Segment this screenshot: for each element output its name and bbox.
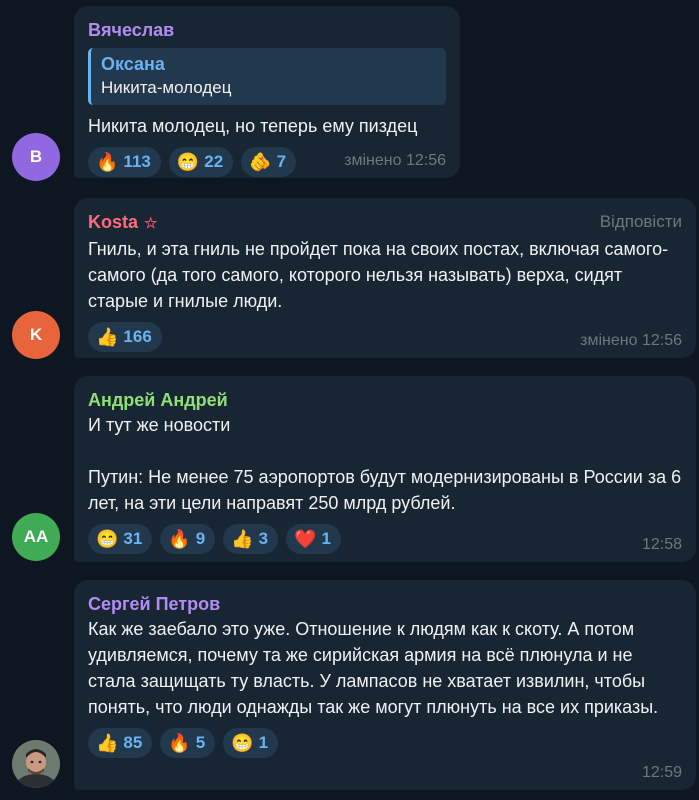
grinning-face-icon: 😁 <box>176 152 200 172</box>
reaction-point[interactable]: 🫵 7 <box>241 147 297 177</box>
grinning-face-icon: 😁 <box>96 529 119 549</box>
avatar[interactable]: K <box>12 311 60 359</box>
timestamp: 12:58 <box>641 536 682 553</box>
author-name[interactable]: Сергей Петров <box>88 592 682 616</box>
reaction-fire[interactable]: 🔥 113 <box>88 147 161 177</box>
reaction-count: 22 <box>204 152 224 171</box>
timestamp: 12:59 <box>641 764 682 781</box>
edited-timestamp: змінено 12:56 <box>580 332 682 349</box>
reaction-count: 3 <box>258 529 269 548</box>
reaction-thumbs-up[interactable]: 👍 85 <box>88 728 153 758</box>
thumbs-up-icon: 👍 <box>96 327 119 347</box>
reaction-count: 5 <box>195 733 206 752</box>
reaction-count: 7 <box>276 152 287 171</box>
heart-icon: ❤️ <box>294 529 317 549</box>
message-text: Как же заебало это уже. Отношение к людя… <box>88 619 659 717</box>
message-text: Гниль, и эта гниль не пройдет пока на св… <box>88 239 669 311</box>
reaction-count: 1 <box>258 733 269 752</box>
reaction-thumbs-up[interactable]: 👍 166 <box>88 322 162 352</box>
author-name[interactable]: Вячеслав <box>88 18 446 42</box>
quote-text: Никита-молодец <box>101 78 232 97</box>
reply-button[interactable]: Відповісти <box>600 210 682 234</box>
message-text: Никита молодец, но теперь ему пиздец <box>88 116 418 136</box>
message-bubble[interactable]: Kosta ☆ Відповісти Гниль, и эта гниль не … <box>74 198 696 358</box>
reaction-count: 113 <box>123 152 151 171</box>
message-bubble[interactable]: Андрей Андрей И тут же новости Путин: Не… <box>74 376 696 562</box>
message-bubble[interactable]: Вячеслав Оксана Никита-молодец Никита мо… <box>74 6 460 178</box>
fire-icon: 🔥 <box>168 529 191 549</box>
grinning-face-icon: 😁 <box>231 733 254 753</box>
reaction-count: 9 <box>195 529 206 548</box>
avatar-initials: АА <box>23 527 49 546</box>
author-name[interactable]: Kosta ☆ <box>88 210 682 236</box>
reaction-grin[interactable]: 😁 31 <box>88 524 153 554</box>
avatar[interactable]: В <box>12 133 60 181</box>
thumbs-up-icon: 👍 <box>96 733 119 753</box>
author-name[interactable]: Андрей Андрей <box>88 388 682 412</box>
star-icon: ☆ <box>144 215 158 232</box>
reaction-count: 85 <box>123 733 143 752</box>
reactions-bar: 😁 31 🔥 9 👍 3 ❤️ 1 <box>88 524 682 554</box>
reaction-thumbs-up[interactable]: 👍 3 <box>223 524 279 554</box>
avatar-initials: В <box>29 147 43 166</box>
fire-icon: 🔥 <box>96 152 119 172</box>
author-label: Kosta <box>88 212 139 232</box>
avatar-photo[interactable] <box>12 740 60 788</box>
reaction-count: 31 <box>123 529 143 548</box>
reply-quote[interactable]: Оксана Никита-молодец <box>88 48 446 105</box>
reaction-count: 1 <box>321 529 332 548</box>
reaction-grin[interactable]: 😁 1 <box>223 728 279 758</box>
quote-author: Оксана <box>101 54 165 74</box>
edited-timestamp: змінено 12:56 <box>344 152 446 169</box>
pointing-hand-icon: 🫵 <box>249 152 272 172</box>
fire-icon: 🔥 <box>168 733 191 753</box>
avatar[interactable]: АА <box>12 513 60 561</box>
reaction-fire[interactable]: 🔥 5 <box>160 728 216 758</box>
reaction-fire[interactable]: 🔥 9 <box>160 524 216 554</box>
reaction-count: 166 <box>123 327 152 346</box>
reaction-heart[interactable]: ❤️ 1 <box>286 524 342 554</box>
thumbs-up-icon: 👍 <box>231 529 254 549</box>
message-bubble[interactable]: Сергей Петров Как же заебало это уже. От… <box>74 580 696 790</box>
message-text: И тут же новости Путин: Не менее 75 аэро… <box>88 415 682 513</box>
reactions-bar: 👍 85 🔥 5 😁 1 <box>88 728 682 758</box>
person-photo-icon <box>12 740 60 788</box>
avatar-initials: K <box>29 325 43 344</box>
reaction-grin[interactable]: 😁 22 <box>168 147 234 177</box>
